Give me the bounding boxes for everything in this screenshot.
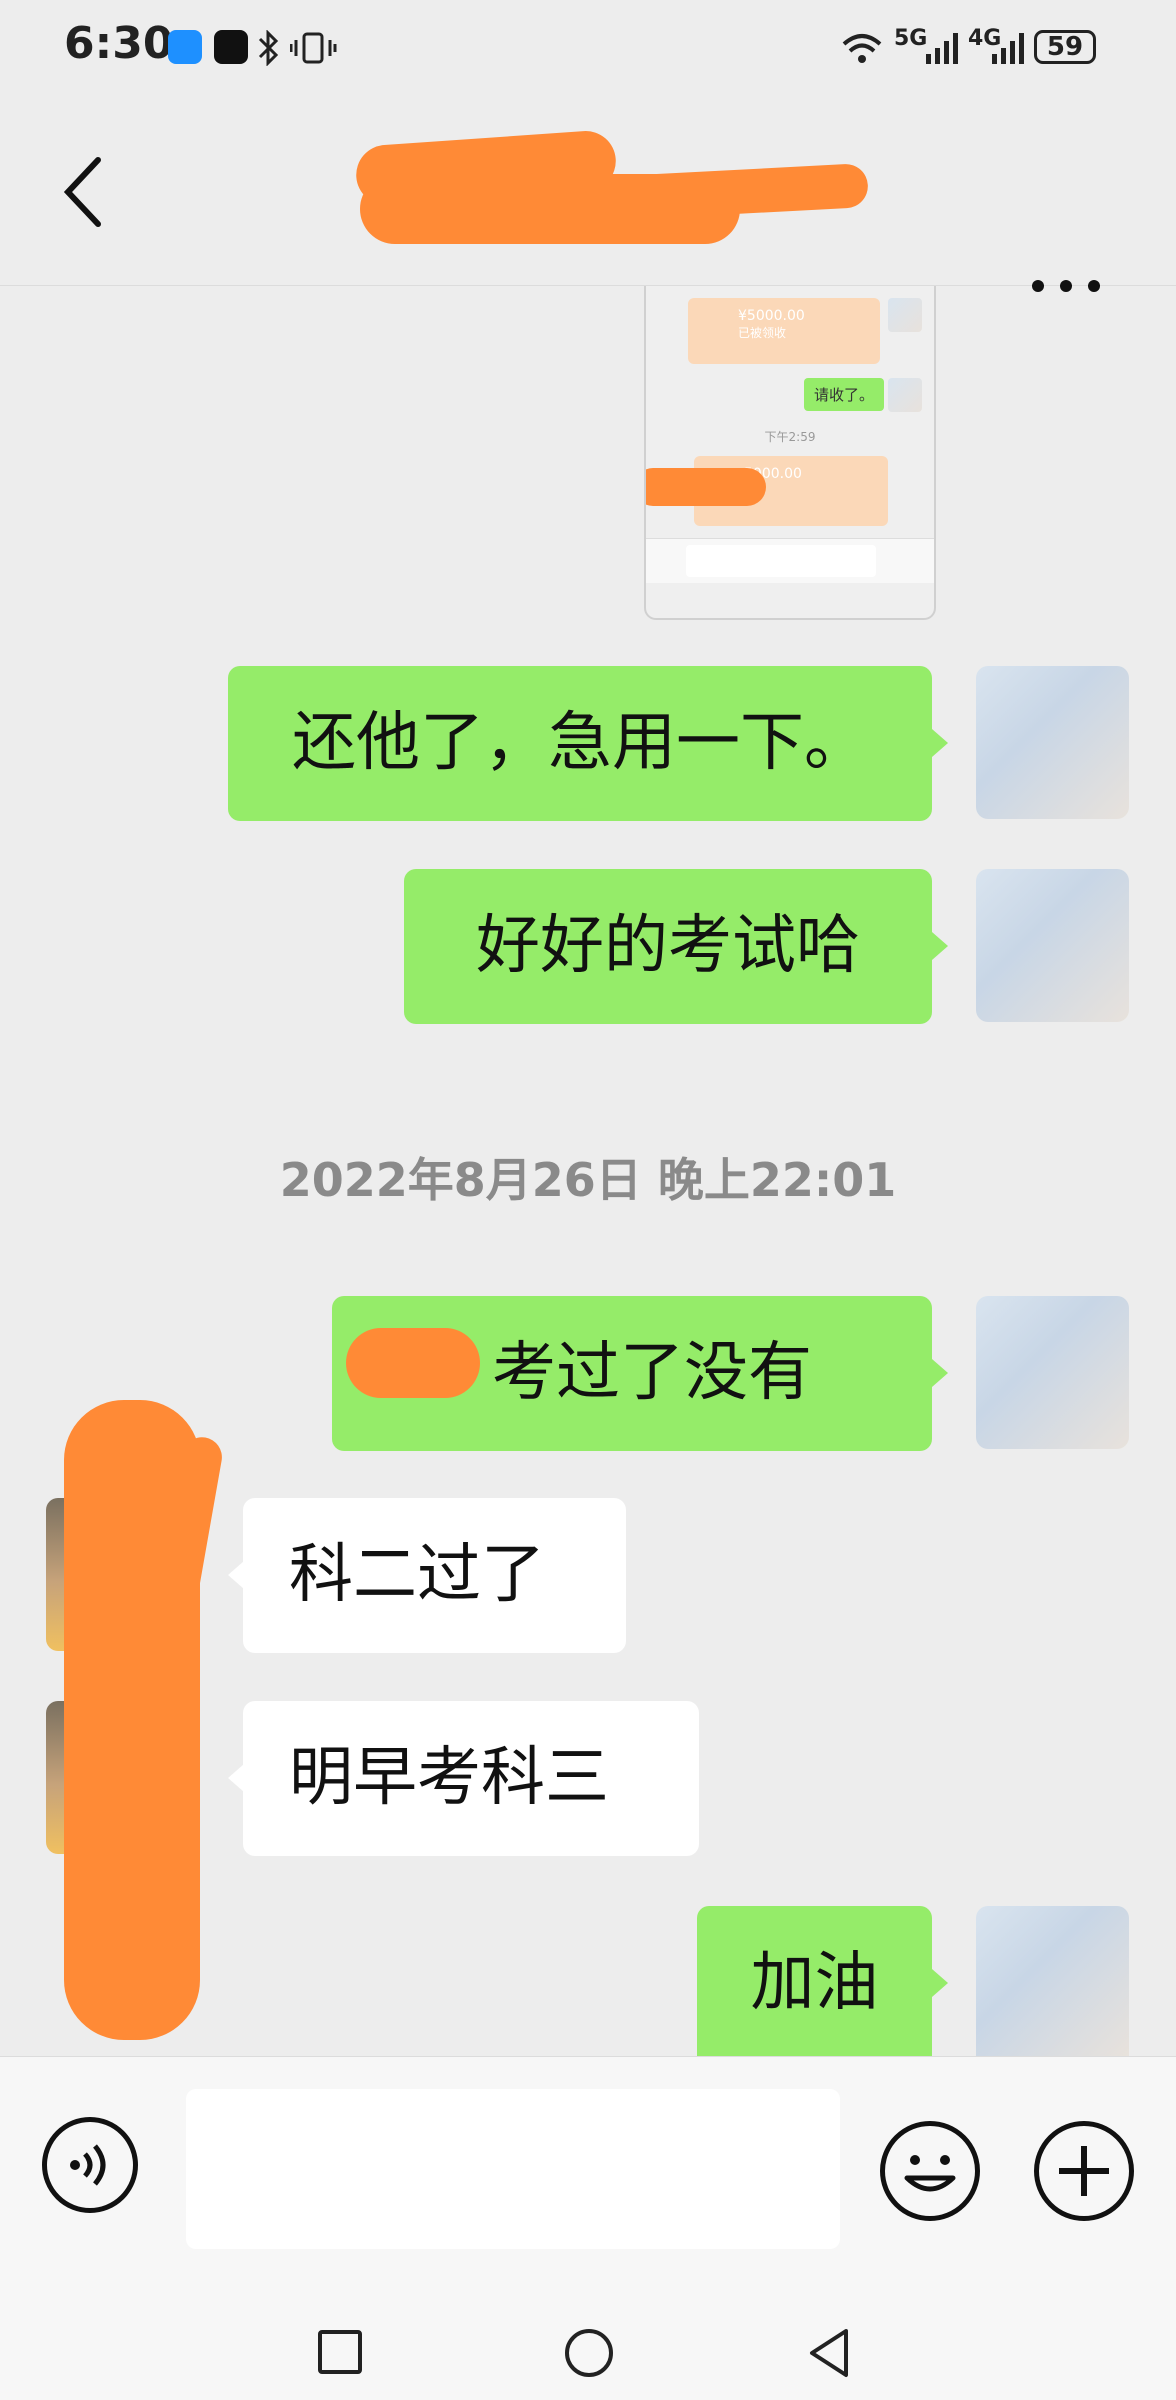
bubble-tail	[932, 932, 948, 960]
voice-icon	[70, 2144, 106, 2186]
my-avatar[interactable]	[976, 666, 1129, 819]
mini-input-bar	[646, 538, 934, 583]
mini-transfer-card: ¥5000.00 已被领收	[688, 298, 880, 364]
message-bubble-outgoing[interactable]: 加油	[697, 1906, 932, 2056]
chat-timestamp: 2022年8月26日 晚上22:01	[279, 1153, 897, 1207]
mini-transfer-amount: ¥5000.00	[738, 308, 805, 324]
chat-title-bar	[0, 100, 1176, 292]
my-avatar[interactable]	[976, 869, 1129, 1022]
signal-icon-2	[992, 33, 1024, 64]
message-input-bar	[0, 2056, 1176, 2257]
vibrate-icon	[290, 32, 337, 64]
mini-input-field	[686, 545, 876, 577]
mini-transfer-status: 已被领收	[738, 326, 787, 340]
message-input[interactable]	[186, 2089, 840, 2249]
redaction-mark	[346, 1328, 480, 1398]
my-avatar[interactable]	[976, 1906, 1129, 2056]
redaction-mark	[646, 468, 766, 506]
back-button[interactable]	[60, 152, 110, 232]
bubble-tail	[228, 1764, 244, 1792]
home-button[interactable]	[562, 2326, 616, 2380]
mini-transfer-amount: 5000.00	[744, 466, 802, 482]
plus-icon	[1059, 2146, 1109, 2196]
bluetooth-icon	[258, 30, 279, 66]
system-nav-bar	[0, 2256, 1176, 2400]
message-bubble-incoming[interactable]: 明早考科三	[243, 1701, 699, 1856]
voice-button[interactable]	[42, 2117, 138, 2213]
emoji-icon	[904, 2155, 956, 2192]
wifi-icon	[842, 34, 882, 63]
recent-apps-button[interactable]	[316, 2328, 366, 2378]
status-time: 6:30	[64, 18, 174, 69]
plus-button[interactable]	[1034, 2121, 1134, 2221]
battery-indicator: 59	[1034, 30, 1096, 64]
mini-message-bubble: 请收了。	[804, 378, 885, 411]
bubble-tail	[932, 729, 948, 757]
back-nav-button[interactable]	[806, 2326, 856, 2380]
mini-avatar	[888, 378, 922, 412]
message-bubble-outgoing[interactable]: 还他了，急用一下。	[228, 666, 932, 821]
my-avatar[interactable]	[976, 1296, 1129, 1449]
message-bubble-outgoing[interactable]: 好好的考试哈	[404, 869, 932, 1024]
mini-timestamp: 下午2:59	[764, 430, 816, 444]
tiktok-notification-icon	[214, 30, 248, 64]
chat-messages[interactable]: ¥5000.00 已被领收 请收了。 下午2:59 5000.00 还他了，急用…	[0, 286, 1176, 2056]
messenger-notification-icon	[168, 30, 202, 64]
network-5g-label: 5G	[894, 26, 928, 51]
bubble-tail	[932, 1359, 948, 1387]
embedded-screenshot-image[interactable]: ¥5000.00 已被领收 请收了。 下午2:59 5000.00	[644, 286, 936, 620]
bubble-tail	[228, 1561, 244, 1589]
emoji-button[interactable]	[880, 2121, 980, 2221]
status-bar: 6:30 5G 4G 59	[0, 0, 1176, 100]
bubble-tail	[932, 1969, 948, 1997]
signal-icon-1	[926, 33, 958, 64]
message-bubble-incoming[interactable]: 科二过了	[243, 1498, 626, 1653]
mini-avatar	[888, 298, 922, 332]
